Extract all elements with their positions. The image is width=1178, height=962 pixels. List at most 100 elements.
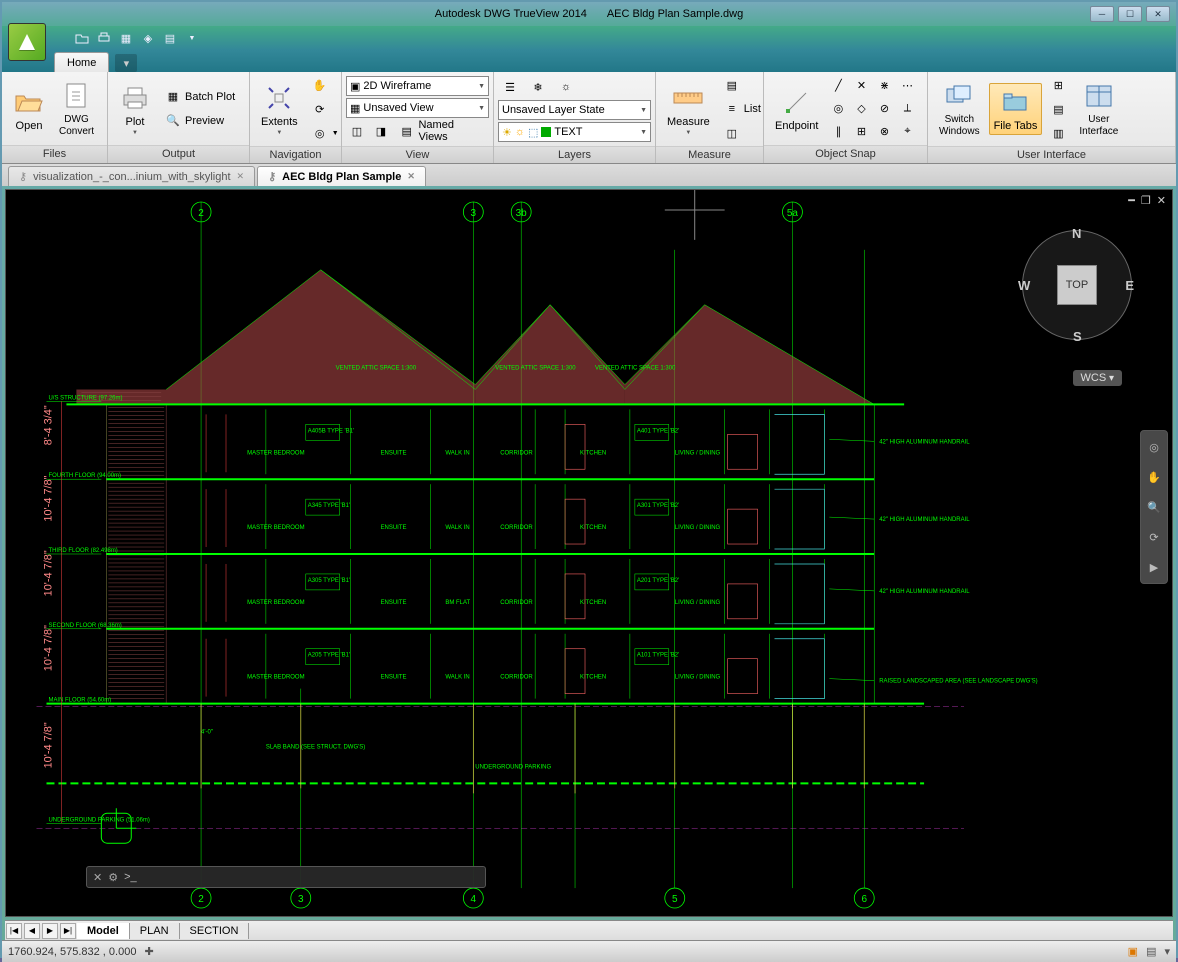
snap-mid-button[interactable]: ╱ <box>827 75 849 97</box>
named-views-button[interactable]: ▤Named Views <box>394 120 489 142</box>
nav-orbit-icon[interactable]: ⟳ <box>1144 527 1164 547</box>
svg-text:A301 TYPE 'B2': A301 TYPE 'B2' <box>637 503 679 509</box>
viewcube-top-face[interactable]: TOP <box>1057 265 1097 305</box>
svg-text:3: 3 <box>471 208 477 219</box>
snap-ins-button[interactable]: ⊞ <box>850 121 872 143</box>
saved-view-select[interactable]: ▦Unsaved View▼ <box>346 98 489 118</box>
dwg-convert-button[interactable]: DWG Convert <box>54 77 99 141</box>
ui-arrange-button[interactable]: ▥ <box>1046 122 1070 144</box>
switch-windows-button[interactable]: Switch Windows <box>934 77 985 141</box>
ui-cascade-button[interactable]: ▤ <box>1046 98 1070 120</box>
svg-text:CORRIDOR: CORRIDOR <box>500 450 533 456</box>
endpoint-icon <box>781 86 813 118</box>
snap-nod-button[interactable]: ⊗ <box>873 121 895 143</box>
close-tab-icon[interactable]: ✕ <box>237 171 245 182</box>
snap-qua-button[interactable]: ◇ <box>850 98 872 120</box>
svg-text:42" HIGH ALUMINUM HANDRAIL: 42" HIGH ALUMINUM HANDRAIL <box>879 589 970 595</box>
app-menu-button[interactable] <box>8 23 46 61</box>
compass-n[interactable]: N <box>1072 226 1081 241</box>
svg-text:WALK IN: WALK IN <box>445 675 469 681</box>
layer-state-select[interactable]: Unsaved Layer State▼ <box>498 100 651 120</box>
plot-button[interactable]: Plot ▼ <box>114 79 156 139</box>
tab-home[interactable]: Home <box>54 52 109 72</box>
view-cube[interactable]: TOP N S E W <box>1022 230 1132 340</box>
maximize-button[interactable]: ☐ <box>1118 6 1142 22</box>
layer-props-button[interactable]: ☰ <box>498 76 522 98</box>
file-tabs-button[interactable]: File Tabs <box>989 83 1043 135</box>
visual-style-select[interactable]: ▣2D Wireframe▼ <box>346 76 489 96</box>
extents-button[interactable]: Extents ▼ <box>256 79 303 139</box>
preview-button[interactable]: 🔍Preview <box>160 110 240 132</box>
user-interface-button[interactable]: User Interface <box>1074 77 1123 141</box>
steering-button[interactable]: ◎▼ <box>307 122 344 144</box>
wcs-badge[interactable]: WCS ▾ <box>1073 370 1122 386</box>
layer-freeze-button[interactable]: ❄ <box>526 76 550 98</box>
cmd-close-icon[interactable]: ✕ <box>93 871 102 884</box>
drawing-canvas[interactable]: ━ ❐ ✕ 233b5a 23456 <box>5 189 1173 917</box>
status-annoscale-icon[interactable]: ▤ <box>1146 945 1156 958</box>
compass-s[interactable]: S <box>1073 329 1082 344</box>
batch-plot-button[interactable]: ▦Batch Plot <box>160 86 240 108</box>
svg-text:LIVING / DINING: LIVING / DINING <box>675 525 721 531</box>
layout-next-icon[interactable]: ▶ <box>42 923 58 939</box>
snap-appint-button[interactable]: ⋇ <box>873 75 895 97</box>
layer-select[interactable]: ☀ ☼ ⬚ TEXT▼ <box>498 122 651 142</box>
orbit-button[interactable]: ⟳ <box>307 98 344 120</box>
file-tab-active[interactable]: ⚷ AEC Bldg Plan Sample ✕ <box>257 166 426 186</box>
snap-nea-button[interactable]: ⌖ <box>896 121 918 143</box>
view-iso-button[interactable]: ◨ <box>370 120 392 142</box>
qat-dropdown-icon[interactable]: ▼ <box>184 30 200 46</box>
open-icon[interactable] <box>74 30 90 46</box>
close-tab-icon[interactable]: ✕ <box>407 171 415 182</box>
layer-off-button[interactable]: ☼ <box>554 76 578 98</box>
layout-tab-model[interactable]: Model <box>77 923 130 939</box>
layout-first-icon[interactable]: |◀ <box>6 923 22 939</box>
snap-par-button[interactable]: ∥ <box>827 121 849 143</box>
open-button[interactable]: Open <box>8 83 50 135</box>
svg-text:VENTED ATTIC SPACE 1:300: VENTED ATTIC SPACE 1:300 <box>495 366 576 372</box>
status-model-icon[interactable]: ▣ <box>1128 945 1138 958</box>
snap-ext-button[interactable]: ⋯ <box>896 75 918 97</box>
snap-per-button[interactable]: ⟂ <box>896 98 918 120</box>
file-tab-inactive[interactable]: ⚷ visualization_-_con...inium_with_skyli… <box>8 166 255 186</box>
status-plus-icon[interactable]: ✚ <box>144 945 153 958</box>
nav-showmotion-icon[interactable]: ▶ <box>1144 557 1164 577</box>
layout-prev-icon[interactable]: ◀ <box>24 923 40 939</box>
minimize-button[interactable]: ─ <box>1090 6 1114 22</box>
status-clean-icon[interactable]: ▾ <box>1164 945 1170 958</box>
print-icon[interactable] <box>96 30 112 46</box>
svg-text:5: 5 <box>672 894 678 905</box>
snap-int-button[interactable]: ✕ <box>850 75 872 97</box>
svg-text:A305 TYPE 'B1': A305 TYPE 'B1' <box>308 578 350 584</box>
endpoint-button[interactable]: Endpoint <box>770 83 823 135</box>
pan-button[interactable]: ✋ <box>307 74 344 96</box>
plot-icon[interactable]: ▦ <box>118 30 134 46</box>
view-cube-button[interactable]: ◫ <box>346 120 368 142</box>
id-button[interactable]: ◫ <box>719 122 766 144</box>
svg-text:KITCHEN: KITCHEN <box>580 450 606 456</box>
prop-button[interactable]: ▤ <box>719 74 766 96</box>
layout-last-icon[interactable]: ▶| <box>60 923 76 939</box>
preview-icon[interactable]: ◈ <box>140 30 156 46</box>
tab-extras-icon[interactable]: ▾ <box>115 54 137 72</box>
close-button[interactable]: ✕ <box>1146 6 1170 22</box>
nav-zoom-icon[interactable]: 🔍 <box>1144 497 1164 517</box>
svg-text:4: 4 <box>471 894 477 905</box>
list-button[interactable]: ≡List <box>719 98 766 120</box>
measure-button[interactable]: Measure ▼ <box>662 79 715 139</box>
cmd-config-icon[interactable]: ⚙ <box>108 871 118 884</box>
cube-icon: ◫ <box>349 123 365 139</box>
ui-tile-button[interactable]: ⊞ <box>1046 74 1070 96</box>
cascade-icon: ▤ <box>1050 101 1066 117</box>
nav-pan-icon[interactable]: ✋ <box>1144 467 1164 487</box>
compass-e[interactable]: E <box>1125 278 1134 293</box>
command-line[interactable]: ✕ ⚙ >_ <box>86 866 486 888</box>
layout-tab-plan[interactable]: PLAN <box>130 923 180 939</box>
snap-cen-button[interactable]: ◎ <box>827 98 849 120</box>
batch-icon[interactable]: ▤ <box>162 30 178 46</box>
snap-tan-button[interactable]: ⊘ <box>873 98 895 120</box>
app-title: Autodesk DWG TrueView 2014 <box>435 8 587 20</box>
layout-tab-section[interactable]: SECTION <box>180 923 250 939</box>
compass-w[interactable]: W <box>1018 278 1030 293</box>
nav-wheel-icon[interactable]: ◎ <box>1144 437 1164 457</box>
